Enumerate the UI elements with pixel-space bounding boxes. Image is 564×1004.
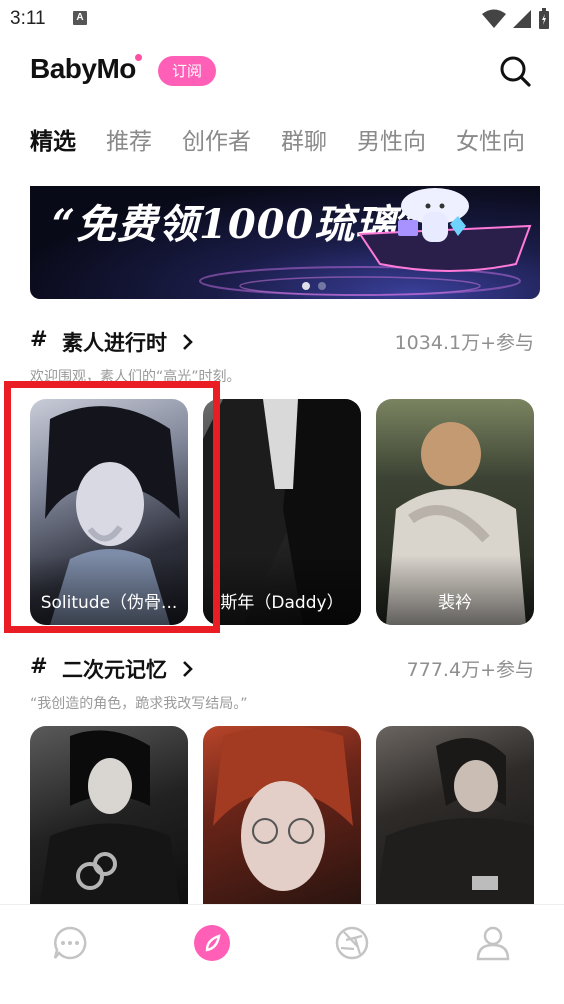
character-portrait [376, 738, 534, 904]
banner-dot [318, 282, 326, 290]
chevron-right-icon[interactable] [176, 331, 198, 353]
section-description: “我创造的角色，跪求我改写结局。” [30, 696, 248, 712]
banner-dot-active [302, 282, 310, 290]
character-card[interactable]: 裴衿 [376, 399, 534, 625]
character-card[interactable] [203, 726, 361, 904]
status-bar: 3:11 A [0, 0, 564, 40]
discover-icon[interactable] [192, 923, 232, 963]
profile-icon[interactable] [473, 923, 513, 963]
subscribe-button[interactable]: 订阅 [158, 56, 216, 86]
chevron-right-icon[interactable] [176, 658, 198, 680]
bottom-nav [0, 904, 564, 1004]
section-title: 素人进行时 [62, 331, 167, 355]
tab-female-oriented[interactable]: 女性向 [456, 122, 525, 162]
category-tabs: 精选 推荐 创作者 群聊 男性向 女性向 [30, 122, 564, 162]
chat-icon[interactable] [50, 923, 90, 963]
tab-featured[interactable]: 精选 [30, 122, 76, 162]
wifi-icon [482, 9, 506, 28]
app-logo: BabyMo [30, 53, 136, 84]
participant-count: 777.4万+参与 [406, 659, 534, 681]
section-title: 二次元记忆 [62, 658, 167, 682]
character-card[interactable] [376, 726, 534, 904]
notification-icon: A [73, 11, 87, 25]
app-header: BabyMo 订阅 [0, 40, 564, 104]
tab-recommended[interactable]: 推荐 [106, 122, 152, 162]
battery-icon [539, 8, 549, 29]
character-portrait [40, 730, 180, 904]
section-hash: # [30, 327, 48, 351]
promo-banner[interactable]: “免费领1000琉璃” [30, 186, 540, 299]
signal-icon [513, 10, 531, 28]
banner-boat-illustration [199, 188, 532, 296]
tab-creators[interactable]: 创作者 [182, 122, 251, 162]
section-header-amateur[interactable]: # 素人进行时 1034.1万+参与 [30, 327, 534, 357]
section-hash: # [30, 654, 48, 678]
participant-count: 1034.1万+参与 [394, 332, 534, 354]
selection-highlight [4, 381, 220, 633]
character-portrait [213, 726, 353, 891]
status-icons [482, 8, 550, 30]
card-label: 裴衿 [438, 593, 472, 613]
tab-group-chat[interactable]: 群聊 [281, 122, 327, 162]
character-card[interactable]: 斯年（Daddy） [203, 399, 361, 625]
tab-male-oriented[interactable]: 男性向 [357, 122, 426, 162]
tabs-fade [524, 118, 564, 166]
card-label: 斯年（Daddy） [220, 593, 344, 613]
status-time: 3:11 [10, 8, 46, 29]
banner-pagination [302, 282, 326, 290]
logo-accent-dot [135, 54, 142, 61]
character-card[interactable] [30, 726, 188, 904]
aperture-icon[interactable] [332, 923, 372, 963]
search-icon[interactable] [498, 54, 532, 88]
section-header-anime[interactable]: # 二次元记忆 777.4万+参与 [30, 654, 534, 684]
